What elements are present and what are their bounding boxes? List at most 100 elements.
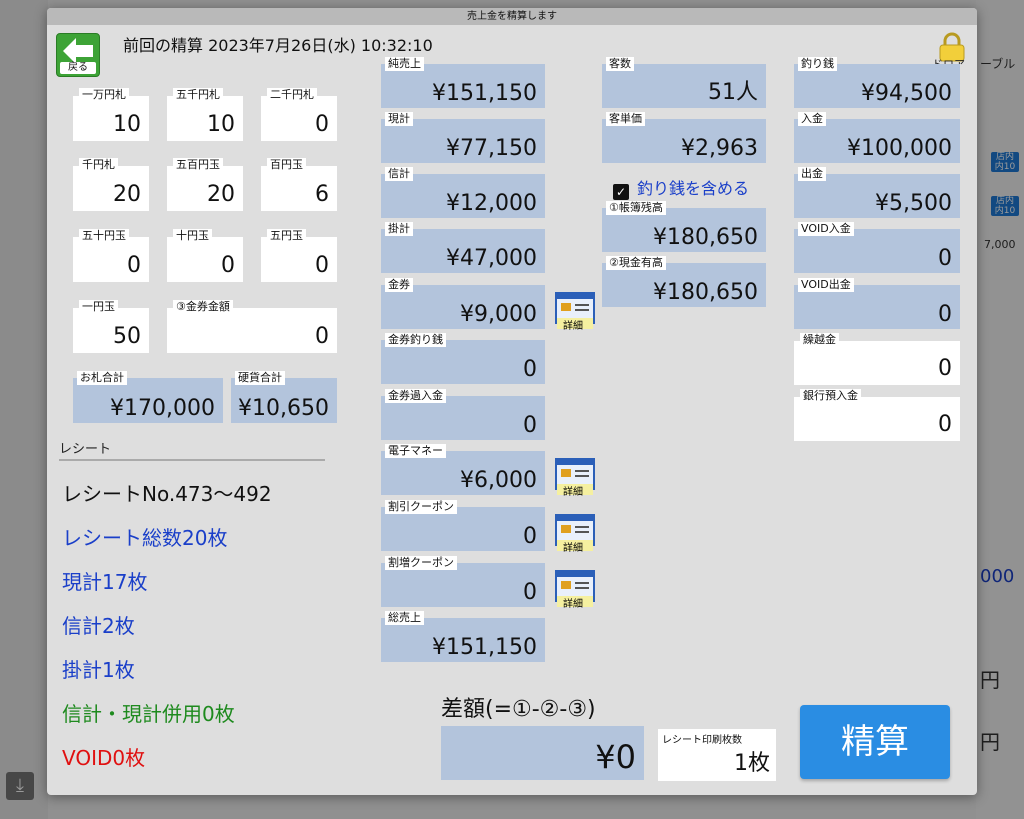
account-sales-value: ¥47,000 (446, 246, 537, 271)
voucher-detail-button[interactable]: 詳細 (555, 292, 595, 332)
customer-count-value: 51人 (708, 80, 758, 105)
detail-label: 詳細 (563, 599, 583, 610)
receipt-cash: 現計17枚 (62, 570, 148, 594)
detail-label: 詳細 (563, 487, 583, 498)
cash-10-field[interactable]: 十円玉 0 (167, 229, 243, 282)
gross-sales-value: ¥151,150 (432, 635, 537, 660)
withdrawal-label: 出金 (798, 167, 826, 181)
receipt-combined: 信計・現計併用0枚 (62, 702, 235, 726)
cash-value: 0 (315, 253, 329, 278)
cash-value: 0 (221, 253, 235, 278)
coins-total-label: 硬貨合計 (235, 371, 285, 385)
withdrawal-value: ¥5,500 (875, 191, 952, 216)
credit-sales: 信計 ¥12,000 (381, 167, 545, 218)
cash-on-hand: ②現金有高 ¥180,650 (602, 256, 766, 307)
carryover-field[interactable]: 繰越金 0 (794, 333, 960, 385)
voucher-sales: 金券 ¥9,000 (381, 278, 545, 329)
cash-sales: 現計 ¥77,150 (381, 112, 545, 163)
voucher-overpay-label: 金券過入金 (385, 389, 446, 403)
include-change-checkbox[interactable]: ✓ 釣り銭を含める (613, 175, 749, 200)
cash-10000-field[interactable]: 一万円札 10 (73, 88, 149, 141)
voucher-amount-field[interactable]: ③金券金額 0 (167, 300, 337, 353)
deposit-value: ¥100,000 (847, 136, 952, 161)
voucher-change: 金券釣り銭 0 (381, 333, 545, 384)
bank-deposit-value: 0 (938, 412, 952, 437)
voucher-change-label: 金券釣り銭 (385, 333, 446, 347)
account-sales-label: 掛計 (385, 222, 413, 236)
bills-total-value: ¥170,000 (110, 396, 215, 421)
emoney-sales-label: 電子マネー (385, 444, 446, 458)
cash-label: 五千円札 (173, 88, 223, 102)
account-sales: 掛計 ¥47,000 (381, 222, 545, 273)
cash-label: 五百円玉 (173, 158, 223, 172)
voucher-amount-value: 0 (315, 324, 329, 349)
cash-2000-field[interactable]: 二千円札 0 (261, 88, 337, 141)
voucher-overpay-value: 0 (523, 413, 537, 438)
book-balance-value: ¥180,650 (653, 225, 758, 250)
discount-detail-button[interactable]: 詳細 (555, 514, 595, 554)
cash-100-field[interactable]: 百円玉 6 (261, 158, 337, 211)
back-button[interactable]: 戻る (56, 33, 100, 77)
include-change-label: 釣り銭を含める (637, 179, 750, 198)
net-sales-value: ¥151,150 (432, 81, 537, 106)
void-deposit-value: 0 (938, 246, 952, 271)
surcharge-coupon: 割増クーポン 0 (381, 556, 545, 607)
deposit: 入金 ¥100,000 (794, 112, 960, 163)
emoney-detail-button[interactable]: 詳細 (555, 458, 595, 498)
discount-coupon-label: 割引クーポン (385, 500, 457, 514)
gross-sales: 総売上 ¥151,150 (381, 611, 545, 662)
coins-total-value: ¥10,650 (238, 396, 329, 421)
discount-coupon-value: 0 (523, 524, 537, 549)
gross-sales-label: 総売上 (385, 611, 424, 625)
cash-sales-label: 現計 (385, 112, 413, 126)
voucher-change-value: 0 (523, 357, 537, 382)
bills-total-label: お札合計 (77, 371, 127, 385)
surcharge-detail-button[interactable]: 詳細 (555, 570, 595, 610)
cash-label: 千円札 (79, 158, 118, 172)
emoney-sales-value: ¥6,000 (460, 468, 537, 493)
withdrawal: 出金 ¥5,500 (794, 167, 960, 218)
cash-value: 10 (113, 112, 141, 137)
cash-value: 6 (315, 182, 329, 207)
emoney-sales: 電子マネー ¥6,000 (381, 444, 545, 495)
difference-value: ¥0 (595, 738, 636, 776)
average-spend: 客単価 ¥2,963 (602, 112, 766, 163)
cash-1-field[interactable]: 一円玉 50 (73, 300, 149, 353)
change-fund-value: ¥94,500 (861, 81, 952, 106)
cash-on-hand-value: ¥180,650 (653, 280, 758, 305)
receipt-print-count-field[interactable]: レシート印刷枚数 1枚 (658, 729, 776, 781)
cash-label: 百円玉 (267, 158, 306, 172)
carryover-value: 0 (938, 356, 952, 381)
net-sales: 純売上 ¥151,150 (381, 57, 545, 108)
receipt-total: レシート総数20枚 (62, 526, 228, 550)
credit-sales-value: ¥12,000 (446, 191, 537, 216)
cash-value: 20 (207, 182, 235, 207)
cash-500-field[interactable]: 五百円玉 20 (167, 158, 243, 211)
void-deposit-label: VOID入金 (798, 222, 854, 236)
cash-label: 一万円札 (79, 88, 129, 102)
discount-coupon: 割引クーポン 0 (381, 500, 545, 551)
void-withdrawal-value: 0 (938, 302, 952, 327)
difference-box: ¥0 (441, 726, 644, 780)
cash-50-field[interactable]: 五十円玉 0 (73, 229, 149, 282)
deposit-label: 入金 (798, 112, 826, 126)
surcharge-coupon-value: 0 (523, 580, 537, 605)
surcharge-coupon-label: 割増クーポン (385, 556, 457, 570)
cash-1000-field[interactable]: 千円札 20 (73, 158, 149, 211)
book-balance-label: ①帳簿残高 (606, 201, 666, 215)
receipt-account: 掛計1枚 (62, 658, 135, 682)
settle-button[interactable]: 精算 (800, 705, 950, 779)
voucher-sales-label: 金券 (385, 278, 413, 292)
bank-deposit-label: 銀行預入金 (800, 389, 861, 403)
cash-5-field[interactable]: 五円玉 0 (261, 229, 337, 282)
cash-sales-value: ¥77,150 (446, 136, 537, 161)
cash-5000-field[interactable]: 五千円札 10 (167, 88, 243, 141)
cash-label: 五十円玉 (79, 229, 129, 243)
detail-label: 詳細 (563, 543, 583, 554)
detail-label: 詳細 (563, 321, 583, 332)
bank-deposit-field[interactable]: 銀行預入金 0 (794, 389, 960, 441)
customer-count: 客数 51人 (602, 57, 766, 108)
cash-label: 二千円札 (267, 88, 317, 102)
receipt-range: レシートNo.473〜492 (62, 482, 272, 506)
voucher-sales-value: ¥9,000 (460, 302, 537, 327)
